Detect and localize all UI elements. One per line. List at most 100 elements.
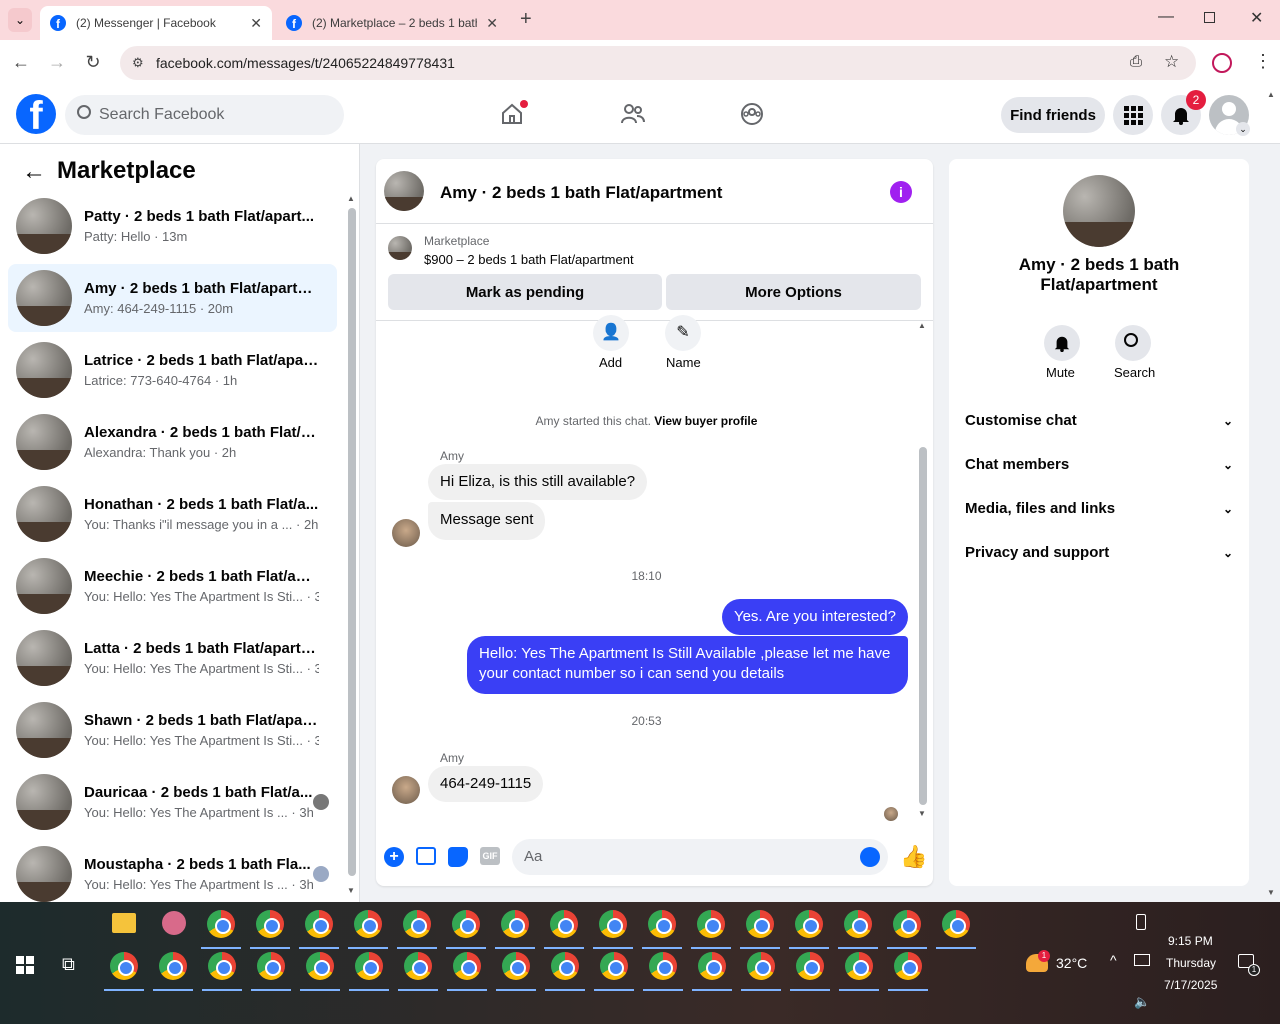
chrome-taskbar-icon[interactable] xyxy=(354,910,382,938)
like-thumb-icon[interactable]: 👍 xyxy=(900,844,927,870)
privacy-support-section[interactable]: Privacy and support ⌄ xyxy=(965,544,1233,561)
customise-chat-section[interactable]: Customise chat ⌄ xyxy=(965,412,1233,429)
bookmark-star-icon[interactable]: ☆ xyxy=(1164,52,1179,72)
sender-avatar[interactable] xyxy=(392,776,420,804)
chrome-taskbar-icon[interactable] xyxy=(159,952,187,980)
close-tab-icon[interactable]: ✕ xyxy=(250,15,262,32)
chrome-taskbar-icon[interactable] xyxy=(698,952,726,980)
chrome-taskbar-icon[interactable] xyxy=(795,910,823,938)
chrome-taskbar-icon[interactable] xyxy=(403,910,431,938)
chrome-taskbar-icon[interactable] xyxy=(844,910,872,938)
temperature-text[interactable]: 32°C xyxy=(1056,955,1087,971)
outgoing-message[interactable]: Yes. Are you interested? xyxy=(721,599,908,635)
back-arrow-icon[interactable]: ← xyxy=(22,158,46,186)
clock-time[interactable]: 9:15 PM xyxy=(1168,934,1213,948)
tab-search-dropdown[interactable]: ⌄ xyxy=(8,8,32,32)
chrome-taskbar-icon[interactable] xyxy=(110,952,138,980)
chrome-taskbar-icon[interactable] xyxy=(501,910,529,938)
conversation-item[interactable]: Alexandra · 2 beds 1 bath Flat/a... Alexa… xyxy=(8,408,337,476)
phone-link-icon[interactable] xyxy=(1136,914,1146,930)
back-icon[interactable]: ← xyxy=(10,52,32,73)
site-info-icon[interactable]: ⚙ xyxy=(132,55,144,71)
mute-button[interactable] xyxy=(1044,325,1080,361)
conversation-item[interactable]: Patty · 2 beds 1 bath Flat/apart... Patty… xyxy=(8,192,337,260)
url-field[interactable]: ⚙ facebook.com/messages/t/24065224849778… xyxy=(120,46,1196,80)
chrome-taskbar-icon[interactable] xyxy=(747,952,775,980)
chrome-taskbar-icon[interactable] xyxy=(894,952,922,980)
edit-name-icon[interactable]: ✎ xyxy=(665,315,701,351)
new-tab-icon[interactable]: + xyxy=(520,8,532,31)
chrome-taskbar-icon[interactable] xyxy=(649,952,677,980)
chrome-taskbar-icon[interactable] xyxy=(599,910,627,938)
thread-scroll-up-icon[interactable]: ▲ xyxy=(918,321,926,330)
photo-icon[interactable] xyxy=(416,847,436,865)
chrome-taskbar-icon[interactable] xyxy=(256,910,284,938)
thread-scrollbar[interactable] xyxy=(919,447,927,805)
profile-listing-avatar[interactable] xyxy=(1063,175,1135,247)
message-input[interactable]: Aa xyxy=(512,839,888,875)
tab-messenger[interactable]: f (2) Messenger | Facebook ✕ xyxy=(40,6,272,40)
chrome-taskbar-icon[interactable] xyxy=(697,910,725,938)
chrome-taskbar-icon[interactable] xyxy=(942,910,970,938)
conversation-item[interactable]: Honathan · 2 beds 1 bath Flat/a... You: T… xyxy=(8,480,337,548)
forward-icon[interactable]: → xyxy=(46,52,68,73)
scroll-down-arrow-icon[interactable]: ▼ xyxy=(347,886,355,895)
chat-title[interactable]: Amy · 2 beds 1 bath Flat/apartment xyxy=(440,183,722,203)
chat-listing-avatar[interactable] xyxy=(384,171,424,211)
network-icon[interactable] xyxy=(1134,954,1150,966)
facebook-logo-icon[interactable]: f xyxy=(16,94,56,134)
chrome-taskbar-icon[interactable] xyxy=(893,910,921,938)
list-scrollbar[interactable] xyxy=(348,208,356,876)
find-friends-button[interactable]: Find friends xyxy=(1001,97,1105,133)
listing-title[interactable]: $900 – 2 beds 1 bath Flat/apartment xyxy=(424,252,634,267)
close-tab-icon[interactable]: ✕ xyxy=(486,15,498,32)
incoming-message[interactable]: Hi Eliza, is this still available? xyxy=(428,464,648,500)
groups-icon[interactable] xyxy=(740,102,764,131)
conversation-item[interactable]: Latta · 2 beds 1 bath Flat/apartm... You:… xyxy=(8,624,337,692)
chrome-taskbar-icon[interactable] xyxy=(305,910,333,938)
chrome-taskbar-icon[interactable] xyxy=(648,910,676,938)
incoming-message[interactable]: Message sent xyxy=(428,502,546,540)
thread-scroll-down-icon[interactable]: ▼ xyxy=(918,809,926,818)
more-options-button[interactable]: More Options xyxy=(666,274,921,310)
sticker-icon[interactable] xyxy=(448,847,468,867)
outgoing-message[interactable]: Hello: Yes The Apartment Is Still Availa… xyxy=(467,636,908,694)
conversation-item[interactable]: Shawn · 2 beds 1 bath Flat/apart... You: … xyxy=(8,696,337,764)
friends-icon[interactable] xyxy=(620,102,646,131)
home-icon[interactable] xyxy=(500,100,528,126)
page-scroll-up-icon[interactable]: ▲ xyxy=(1267,90,1275,99)
chrome-taskbar-icon[interactable] xyxy=(207,910,235,938)
profile-icon[interactable] xyxy=(1212,53,1232,73)
incoming-message[interactable]: 464-249-1115 xyxy=(428,766,544,802)
volume-icon[interactable]: 🔈 xyxy=(1134,994,1150,1010)
media-files-links-section[interactable]: Media, files and links ⌄ xyxy=(965,500,1233,517)
chrome-taskbar-icon[interactable] xyxy=(306,952,334,980)
page-scroll-down-icon[interactable]: ▼ xyxy=(1267,888,1275,897)
conversation-item[interactable]: Moustapha · 2 beds 1 bath Fla... You: Hel… xyxy=(8,840,337,902)
add-people-icon[interactable]: 👤 xyxy=(593,315,629,351)
chrome-taskbar-icon[interactable] xyxy=(550,910,578,938)
install-app-icon[interactable]: ⎙ xyxy=(1130,53,1142,70)
view-buyer-profile-link[interactable]: View buyer profile xyxy=(654,414,757,428)
chrome-taskbar-icon[interactable] xyxy=(404,952,432,980)
search-chat-button[interactable] xyxy=(1115,325,1151,361)
close-window-icon[interactable]: ✕ xyxy=(1250,8,1263,28)
chrome-taskbar-icon[interactable] xyxy=(746,910,774,938)
plus-icon[interactable]: + xyxy=(384,847,404,867)
reload-icon[interactable]: ↻ xyxy=(82,52,104,73)
restore-icon[interactable] xyxy=(1204,12,1215,23)
chrome-taskbar-icon[interactable] xyxy=(453,952,481,980)
chrome-taskbar-icon[interactable] xyxy=(355,952,383,980)
minimize-icon[interactable]: — xyxy=(1158,8,1174,26)
chrome-taskbar-icon[interactable] xyxy=(796,952,824,980)
conversation-item[interactable]: Meechie · 2 beds 1 bath Flat/apa... You: … xyxy=(8,552,337,620)
show-hidden-icons[interactable]: ^ xyxy=(1110,952,1117,968)
chrome-taskbar-icon[interactable] xyxy=(452,910,480,938)
sender-avatar[interactable] xyxy=(392,519,420,547)
conversation-item[interactable]: Amy · 2 beds 1 bath Flat/apartm... Amy: 4… xyxy=(8,264,337,332)
chrome-taskbar-icon[interactable] xyxy=(551,952,579,980)
mark-as-pending-button[interactable]: Mark as pending xyxy=(388,274,662,310)
browser-menu-icon[interactable]: ⋮ xyxy=(1254,51,1272,72)
chrome-taskbar-icon[interactable] xyxy=(502,952,530,980)
gif-icon[interactable]: GIF xyxy=(480,847,500,865)
